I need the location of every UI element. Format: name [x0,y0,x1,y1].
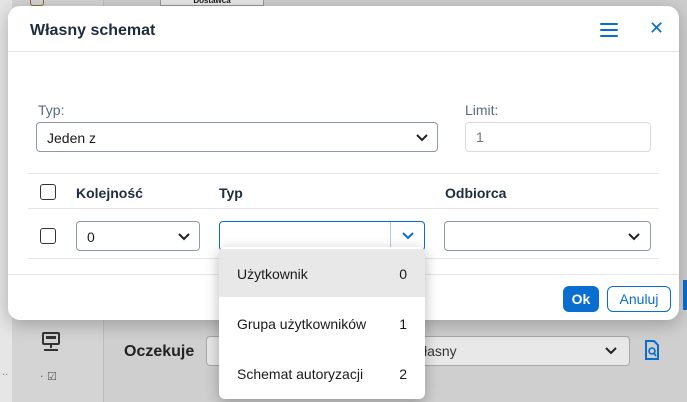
order-value: 0 [87,229,95,245]
order-select[interactable]: 0 [76,221,200,251]
option-label: Schemat autoryzacji [237,366,364,382]
recipient-select[interactable] [444,221,651,251]
column-header-recipient: Odbiorca [445,185,507,201]
dialog-header: Własny schemat ✕ [8,6,679,52]
type-dropdown-list: Użytkownik 0 Grupa użytkowników 1 Schema… [219,247,425,399]
cancel-button[interactable]: Anuluj [607,286,671,312]
chevron-down-icon [402,232,414,240]
option-label: Użytkownik [237,266,308,282]
type-label: Typ: [38,102,65,118]
option-key: 2 [399,366,407,382]
background-accent-edge [683,280,687,310]
row-type-dropdown-button[interactable] [390,222,424,250]
list-item[interactable]: Użytkownik 0 [219,249,425,297]
option-key: 0 [399,266,407,282]
table-header: Kolejność Typ Odbiorca [28,173,659,209]
menu-icon[interactable] [600,23,618,37]
type-select-value: Jeden z [47,130,97,146]
option-key: 1 [399,316,407,332]
filter-label: Oczekuje [124,343,195,360]
limit-label: Limit: [465,102,499,118]
checklist-icon: · ☑ [40,370,57,383]
close-icon[interactable]: ✕ [649,20,664,38]
monitor-icon[interactable] [40,331,64,353]
select-all-checkbox[interactable] [40,184,56,200]
limit-input[interactable] [465,122,651,152]
chevron-down-icon [628,233,640,241]
type-select[interactable]: Jeden z [36,122,438,152]
filter-select-value: łasny [424,343,457,359]
chevron-down-icon [605,347,617,355]
chevron-down-icon [416,134,428,142]
column-header-order: Kolejność [76,185,143,201]
list-item[interactable]: Schemat autoryzacji 2 [219,349,425,397]
list-item[interactable]: Grupa użytkowników 1 [219,299,425,347]
search-document-icon[interactable] [644,340,660,360]
ellipsis-icon: ·· [2,370,9,381]
dialog-title: Własny schemat [30,22,156,39]
chevron-down-icon [178,233,190,241]
ok-button[interactable]: Ok [563,286,599,312]
option-label: Grupa użytkowników [237,316,367,332]
column-header-type: Typ [219,185,243,201]
row-checkbox[interactable] [40,228,56,244]
